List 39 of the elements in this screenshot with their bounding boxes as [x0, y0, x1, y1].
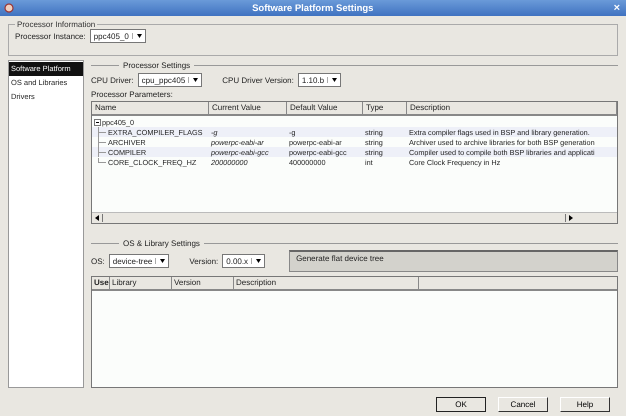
section-title: OS & Library Settings: [123, 238, 200, 248]
column-header[interactable]: Description: [234, 277, 419, 289]
caret-icon[interactable]: [155, 258, 166, 264]
caret-icon[interactable]: [132, 33, 143, 39]
horizontal-scrollbar[interactable]: [92, 212, 617, 223]
field-label: CPU Driver Version:: [222, 76, 294, 84]
caret-icon[interactable]: [251, 258, 262, 264]
close-button[interactable]: ×: [612, 2, 622, 14]
cpu-driver-dropdown[interactable]: cpu_ppc405: [138, 73, 202, 87]
column-header[interactable]: Name: [92, 102, 209, 114]
app-icon: [4, 3, 14, 13]
field-label: Version:: [189, 256, 218, 266]
os-description-box: Generate flat device tree: [289, 250, 618, 272]
field-label: Processor Parameters:: [91, 90, 174, 99]
column-header[interactable]: Description: [407, 102, 617, 114]
cancel-button[interactable]: Cancel: [498, 397, 548, 412]
help-button[interactable]: Help: [560, 397, 610, 412]
column-header[interactable]: Use: [92, 277, 110, 289]
section-title: Processor Settings: [123, 60, 190, 70]
scroll-left-icon[interactable]: [94, 215, 100, 221]
window-title: Software Platform Settings: [251, 2, 374, 14]
group-title: Processor Information: [16, 20, 96, 29]
collapse-icon[interactable]: [94, 118, 101, 126]
field-label: OS:: [91, 256, 105, 266]
column-header[interactable]: Current Value: [209, 102, 287, 114]
os-dropdown[interactable]: device-tree: [108, 254, 170, 268]
processor-instance-dropdown[interactable]: ppc405_0: [90, 29, 146, 43]
field-label: CPU Driver:: [91, 76, 134, 84]
scroll-right-icon[interactable]: [568, 215, 574, 221]
cpu-driver-version-dropdown[interactable]: 1.10.b: [298, 73, 342, 87]
caret-icon[interactable]: [188, 77, 200, 83]
column-header[interactable]: Library: [110, 277, 172, 289]
column-header[interactable]: Type: [363, 102, 407, 114]
ok-button[interactable]: OK: [436, 397, 486, 412]
caret-icon[interactable]: [327, 77, 338, 83]
column-header[interactable]: Default Value: [287, 102, 363, 114]
field-label: Processor Instance:: [15, 32, 86, 40]
os-version-dropdown[interactable]: 0.00.x: [222, 254, 266, 268]
column-header[interactable]: Version: [172, 277, 234, 289]
